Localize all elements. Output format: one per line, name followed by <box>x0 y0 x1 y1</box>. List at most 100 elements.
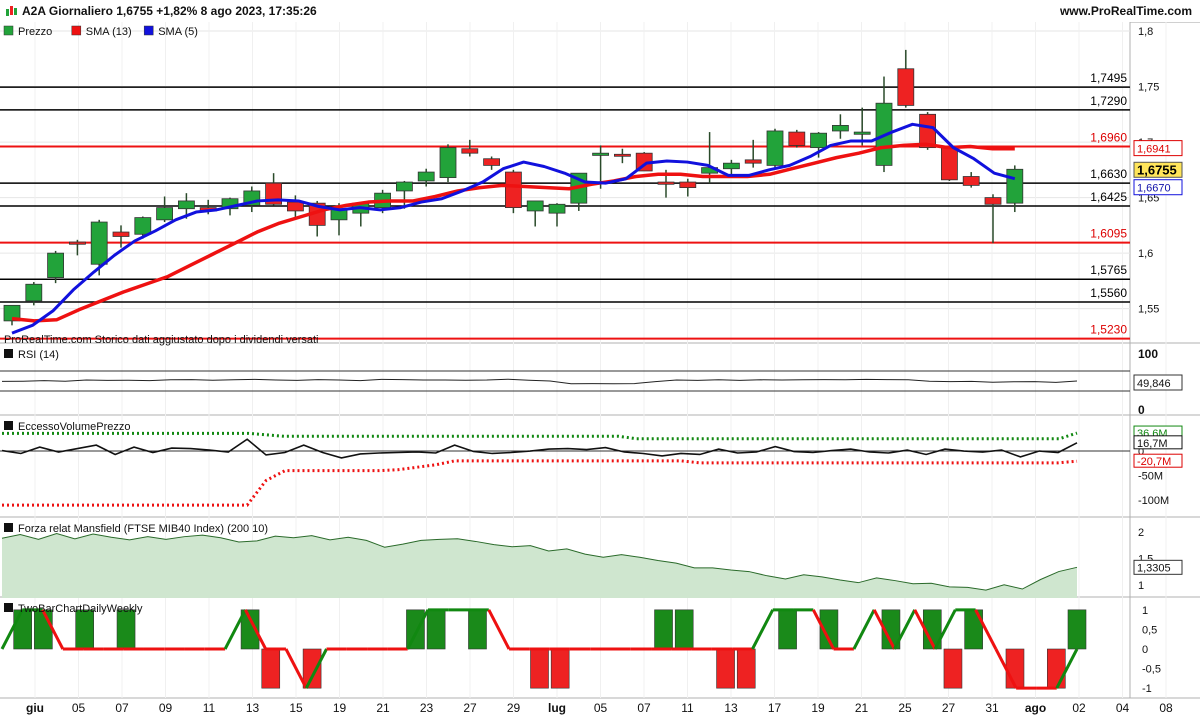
site-name: www.ProRealTime.com <box>1059 4 1192 18</box>
mansfield-badge-label: 1,3305 <box>1137 562 1171 574</box>
x-axis-label: 08 <box>1159 701 1173 715</box>
x-axis-label: 25 <box>898 701 912 715</box>
rsi-legend-swatch <box>4 349 13 358</box>
volume-title: EccessoVolumePrezzo <box>18 421 131 433</box>
twobar-bar <box>1047 648 1066 689</box>
candle-body <box>395 181 413 192</box>
candle-body <box>984 197 1002 205</box>
x-axis-label: 27 <box>463 701 477 715</box>
candle-body <box>744 159 762 164</box>
twobar-bar <box>674 609 694 650</box>
twobar-bar <box>468 609 487 650</box>
panel-bg-vol <box>0 417 1130 517</box>
volume-y-tick: -100M <box>1138 495 1169 507</box>
main-y-tick: 1,75 <box>1138 82 1159 94</box>
candle-body <box>112 231 130 237</box>
x-axis-label: 11 <box>681 701 694 715</box>
support-resistance-label: 1,6630 <box>1090 167 1127 181</box>
twobar-y-tick: 1 <box>1142 605 1148 617</box>
candle-body <box>25 283 43 302</box>
candle-body <box>47 252 64 278</box>
x-axis-label: 13 <box>246 701 260 715</box>
candle-body <box>439 147 457 179</box>
legend-swatch <box>143 25 154 36</box>
candle-body <box>177 200 195 210</box>
x-axis-label: 17 <box>768 701 782 715</box>
mansfield-y-tick: 2 <box>1138 527 1144 539</box>
candle-body <box>90 221 108 265</box>
chart-svg: 1,81,751,71,651,61,551,74951,72901,69601… <box>0 22 1200 715</box>
x-axis-label: ago <box>1025 701 1046 715</box>
volume-badge-label: 16,7M <box>1137 438 1168 450</box>
main-y-tick: 1,8 <box>1138 26 1153 38</box>
rsi-badge-label: 49,846 <box>1137 378 1171 390</box>
support-resistance-label: 1,5765 <box>1090 263 1127 277</box>
candle-body <box>504 171 522 209</box>
twobar-bar <box>426 609 446 650</box>
x-axis-label: 05 <box>72 701 86 715</box>
x-axis-label: giu <box>26 701 44 715</box>
x-axis-label: 04 <box>1116 701 1130 715</box>
x-axis-label: lug <box>548 701 566 715</box>
support-resistance-label: 1,5560 <box>1090 286 1127 300</box>
x-axis-label: 11 <box>203 701 216 715</box>
x-axis-label: 31 <box>985 701 999 715</box>
chart-title: A2A Giornaliero 1,6755 +1,82% 8 ago 2023… <box>22 4 317 18</box>
candle-body <box>286 201 304 212</box>
x-axis-label: 27 <box>942 701 956 715</box>
twobar-bar <box>1067 609 1087 650</box>
twobar-bar <box>116 609 136 650</box>
candle-body <box>614 153 631 157</box>
twobar-legend-swatch <box>4 603 13 612</box>
candle-body <box>69 241 86 245</box>
twobar-y-tick: 0,5 <box>1142 624 1157 636</box>
twobar-title: TwoBarChartDailyWeekly <box>18 603 143 615</box>
candle-body <box>657 181 675 185</box>
support-resistance-label: 1,5230 <box>1090 323 1127 337</box>
chart-logo-icon <box>6 6 17 16</box>
legend-label: SMA (13) <box>86 26 132 38</box>
candle-body <box>1006 168 1024 204</box>
support-resistance-label: 1,6095 <box>1090 227 1127 241</box>
candle-body <box>483 158 501 166</box>
x-axis-label: 07 <box>637 701 651 715</box>
twobar-bar <box>778 609 797 650</box>
twobar-bar <box>716 648 735 689</box>
x-axis-label: 19 <box>333 701 347 715</box>
support-resistance-label: 1,6960 <box>1090 131 1127 145</box>
legend-swatch <box>71 25 82 36</box>
candle-body <box>461 148 479 154</box>
candle-body <box>853 131 871 135</box>
chart-header: A2A Giornaliero 1,6755 +1,82% 8 ago 2023… <box>0 0 1200 23</box>
data-note: ProRealTime.com Storico dati aggiustato … <box>4 334 318 346</box>
volume-badge-label: -20,7M <box>1137 456 1171 468</box>
candle-body <box>592 152 609 156</box>
twobar-bar <box>1005 648 1025 689</box>
twobar-y-tick: 0 <box>1142 644 1148 656</box>
volume-y-tick: -50M <box>1138 471 1163 483</box>
twobar-bar <box>550 648 570 689</box>
mansfield-y-tick: 1 <box>1138 580 1144 592</box>
candle-body <box>832 125 849 132</box>
x-axis-label: 02 <box>1072 701 1086 715</box>
twobar-bar <box>302 648 322 689</box>
candle-body <box>526 200 544 212</box>
candle-body <box>156 207 174 221</box>
x-axis-label: 23 <box>420 701 434 715</box>
price-badge-label: 1,6941 <box>1137 144 1171 156</box>
candle-body <box>788 131 806 146</box>
twobar-bar <box>530 648 549 689</box>
candle-body <box>897 68 915 106</box>
x-axis-label: 19 <box>811 701 825 715</box>
twobar-bar <box>261 648 281 689</box>
main-y-tick: 1,6 <box>1138 248 1153 260</box>
candle-body <box>417 171 435 182</box>
mansfield-legend-swatch <box>4 523 13 532</box>
candle-body <box>766 130 784 166</box>
candle-body <box>134 217 152 235</box>
x-axis-label: 21 <box>376 701 390 715</box>
x-axis-label: 29 <box>507 701 521 715</box>
support-resistance-label: 1,6425 <box>1090 190 1127 204</box>
twobar-bar <box>75 609 94 650</box>
twobar-bar <box>736 648 756 689</box>
